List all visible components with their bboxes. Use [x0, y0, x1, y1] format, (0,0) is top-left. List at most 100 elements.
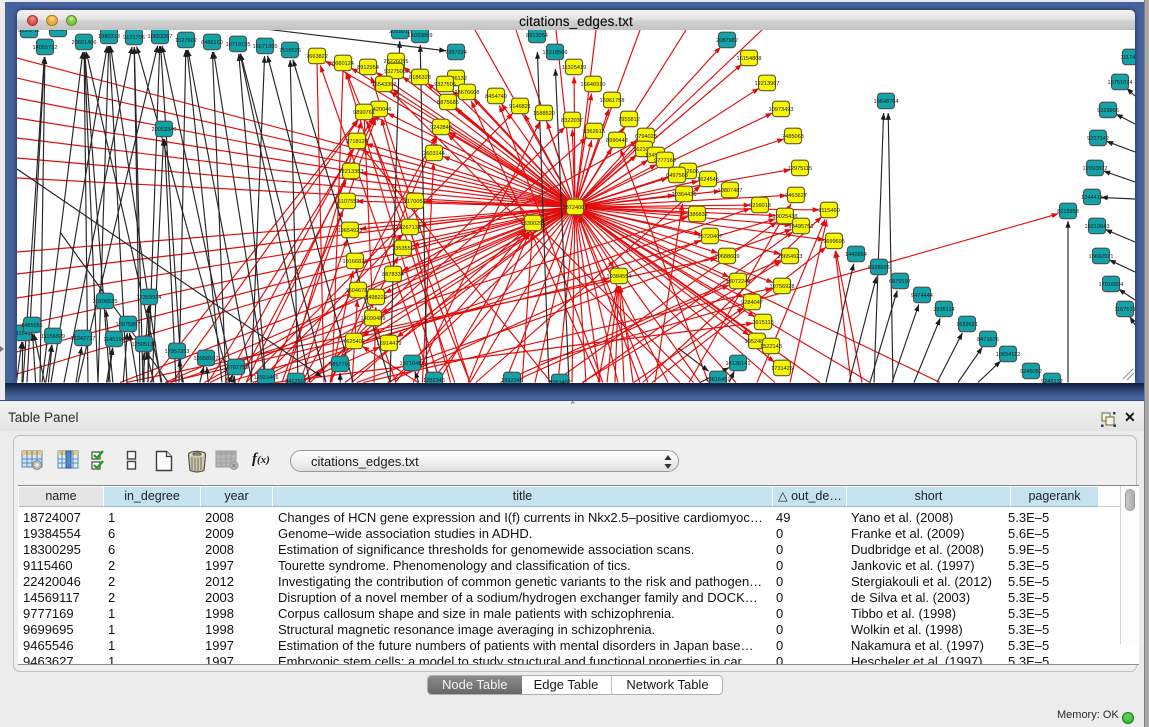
- svg-text:12213363: 12213363: [339, 169, 364, 175]
- svg-text:2935114: 2935114: [933, 307, 954, 313]
- svg-text:13716485: 13716485: [400, 361, 425, 367]
- svg-text:2087682: 2087682: [716, 38, 738, 44]
- svg-text:20206535: 20206535: [93, 299, 118, 305]
- svg-text:8186328: 8186328: [409, 75, 431, 81]
- svg-text:20364436: 20364436: [672, 192, 697, 198]
- svg-text:1440954: 1440954: [845, 252, 867, 258]
- svg-text:20053346: 20053346: [152, 127, 177, 133]
- svg-text:1362615: 1362615: [583, 129, 605, 135]
- svg-text:7485063: 7485063: [782, 134, 804, 140]
- svg-text:1145194: 1145194: [103, 337, 124, 343]
- svg-text:10688609: 10688609: [715, 254, 740, 260]
- svg-text:9329966: 9329966: [1097, 108, 1119, 114]
- svg-text:18300295: 18300295: [521, 221, 546, 227]
- svg-text:14055712: 14055712: [33, 45, 58, 51]
- svg-text:19756928: 19756928: [770, 284, 795, 290]
- svg-text:1167531: 1167531: [1114, 307, 1135, 313]
- svg-text:6794028: 6794028: [635, 134, 657, 140]
- svg-text:6216013: 6216013: [749, 203, 771, 209]
- svg-text:2603144: 2603144: [423, 151, 445, 157]
- svg-text:10973493: 10973493: [769, 107, 794, 113]
- svg-text:8660124: 8660124: [332, 61, 354, 67]
- svg-text:11156829: 11156829: [41, 334, 65, 340]
- svg-text:203117: 203117: [49, 30, 67, 33]
- svg-text:9699695: 9699695: [823, 239, 845, 245]
- svg-text:1731426: 1731426: [771, 366, 793, 372]
- svg-text:9227342: 9227342: [1087, 136, 1109, 142]
- svg-text:6879197: 6879197: [889, 279, 911, 285]
- svg-text:9242848: 9242848: [430, 125, 452, 131]
- svg-text:18724007: 18724007: [563, 205, 588, 211]
- svg-text:8471676: 8471676: [977, 337, 999, 343]
- svg-text:1522143: 1522143: [760, 344, 782, 350]
- svg-text:8912954: 8912954: [357, 65, 379, 71]
- svg-text:17016504: 17016504: [1099, 282, 1124, 288]
- svg-text:19654923: 19654923: [338, 228, 363, 234]
- svg-text:15720407: 15720407: [698, 234, 723, 240]
- svg-text:14099489: 14099489: [361, 316, 386, 322]
- svg-text:23676608: 23676608: [455, 90, 480, 96]
- svg-text:15692971: 15692971: [1089, 254, 1114, 260]
- svg-text:9777169: 9777169: [654, 158, 676, 164]
- svg-text:16107553: 16107553: [335, 199, 360, 205]
- svg-text:12093872: 12093872: [1083, 166, 1108, 172]
- svg-text:6466160: 6466160: [201, 40, 223, 46]
- svg-text:13654923: 13654923: [778, 254, 803, 260]
- svg-text:16210643: 16210643: [1085, 224, 1110, 230]
- svg-text:9327505: 9327505: [434, 82, 456, 88]
- svg-text:16154808: 16154808: [737, 56, 762, 62]
- svg-text:1624545: 1624545: [697, 177, 719, 183]
- svg-text:1498222: 1498222: [365, 295, 387, 301]
- svg-text:9474444: 9474444: [911, 293, 933, 299]
- svg-text:10653267: 10653267: [148, 34, 173, 40]
- svg-text:8267130: 8267130: [399, 225, 421, 231]
- svg-text:8454749: 8454749: [485, 94, 507, 100]
- svg-text:16961758: 16961758: [600, 98, 625, 104]
- svg-text:15751074: 15751074: [1108, 80, 1133, 86]
- svg-text:8938925: 8938925: [868, 265, 890, 271]
- svg-text:8215958: 8215958: [1057, 209, 1079, 215]
- svg-text:18072249: 18072249: [726, 279, 751, 285]
- svg-text:16782759: 16782759: [224, 365, 249, 371]
- svg-text:12923465: 12923465: [254, 375, 279, 381]
- svg-text:7955812: 7955812: [618, 117, 640, 123]
- svg-text:10719155: 10719155: [226, 42, 251, 48]
- svg-text:19958107: 19958107: [194, 356, 219, 362]
- svg-text:9857791: 9857791: [329, 362, 351, 368]
- svg-text:6497568: 6497568: [666, 173, 688, 179]
- svg-text:8813054: 8813054: [526, 33, 548, 39]
- svg-text:17359924: 17359924: [137, 295, 162, 301]
- svg-text:10975867: 10975867: [116, 322, 141, 328]
- svg-text:1353559: 1353559: [392, 246, 414, 252]
- svg-text:9890761: 9890761: [353, 110, 375, 116]
- svg-text:8878334: 8878334: [382, 272, 404, 278]
- svg-text:2718126: 2718126: [346, 139, 368, 145]
- svg-text:13495751: 13495751: [789, 224, 814, 230]
- svg-text:16671355: 16671355: [253, 44, 278, 50]
- svg-text:9284047: 9284047: [741, 300, 763, 306]
- svg-text:1615113: 1615113: [752, 320, 773, 326]
- svg-text:12505135: 12505135: [132, 342, 157, 348]
- svg-text:17957253: 17957253: [165, 349, 190, 355]
- svg-text:7625402: 7625402: [343, 339, 365, 345]
- svg-text:9146821: 9146821: [509, 104, 531, 110]
- svg-text:10654112: 10654112: [996, 352, 1020, 358]
- svg-text:19166825: 19166825: [343, 259, 368, 265]
- svg-text:1244415: 1244415: [1081, 195, 1103, 201]
- svg-text:16640910: 16640910: [581, 82, 606, 88]
- svg-text:14136141: 14136141: [726, 361, 751, 367]
- svg-text:12213967: 12213967: [755, 81, 780, 87]
- svg-text:1588520: 1588520: [533, 111, 555, 117]
- svg-text:12342737: 12342737: [71, 336, 96, 342]
- svg-text:19384554: 19384554: [607, 274, 632, 280]
- svg-text:16543362: 16543362: [372, 82, 397, 88]
- svg-text:9135712: 9135712: [18, 30, 40, 34]
- svg-text:9131706: 9131706: [123, 35, 145, 41]
- svg-text:9245052: 9245052: [1020, 369, 1042, 375]
- svg-text:10807487: 10807487: [718, 188, 743, 194]
- svg-text:16914479: 16914479: [377, 341, 402, 347]
- svg-text:10648764: 10648764: [874, 99, 899, 105]
- svg-text:1485051: 1485051: [21, 323, 43, 329]
- svg-text:1527602: 1527602: [175, 38, 197, 44]
- svg-text:1117404: 1117404: [1121, 55, 1135, 61]
